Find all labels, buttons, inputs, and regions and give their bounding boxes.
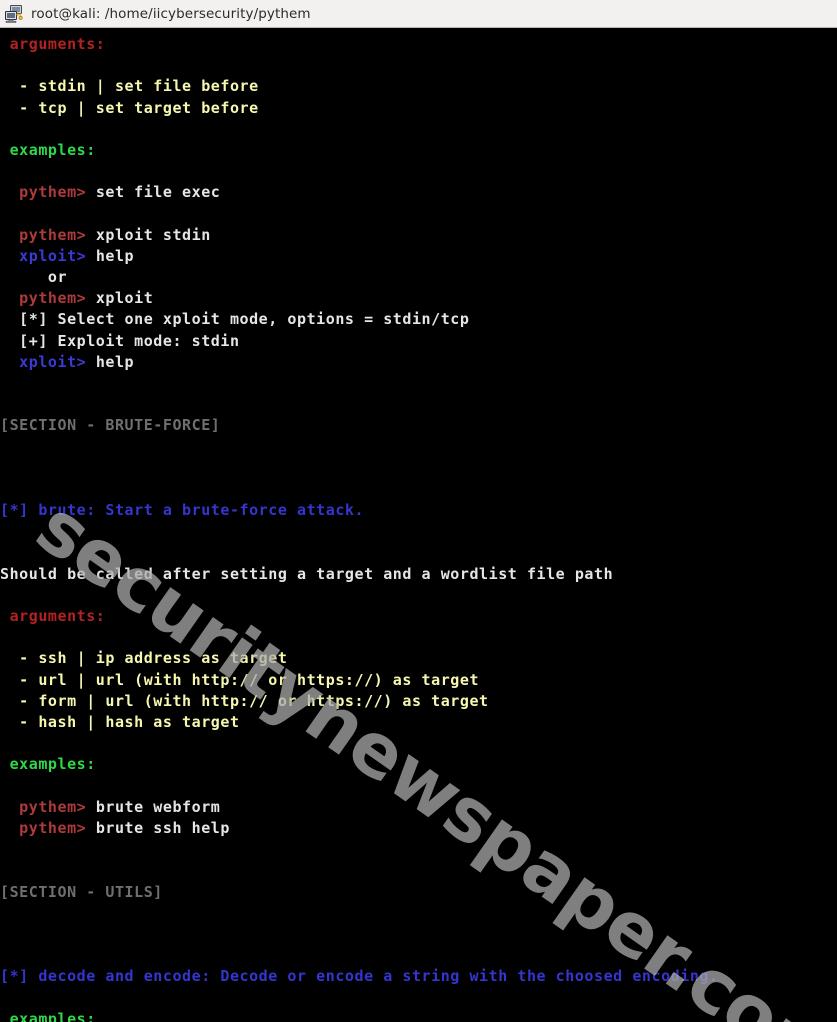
line-arg-form: - form | url (with http:// or https://) …: [0, 691, 837, 712]
line-or-seg-0: or: [0, 268, 68, 287]
line-blank-9: [0, 479, 837, 500]
line-arguments-1: arguments:: [0, 34, 837, 55]
line-ex-setfile-seg-1: set file exec: [86, 183, 221, 202]
network-computers-icon: [5, 4, 23, 23]
line-ex-xploit-stdin: pythem> xploit stdin: [0, 225, 837, 246]
line-blank-15: [0, 776, 837, 797]
line-section-brute: [SECTION - BRUTE-FORCE]: [0, 415, 837, 436]
line-blank-11: [0, 543, 837, 564]
line-arg-url-seg-0: - url | url (with http:// or https://) a…: [0, 670, 480, 689]
line-blank-12: [0, 585, 837, 606]
line-blank-2: [0, 119, 837, 140]
line-arg-ssh-seg-0: - ssh | ip address as target: [0, 649, 288, 668]
line-arg-form-seg-0: - form | url (with http:// or https://) …: [0, 691, 489, 710]
line-blank-14: [0, 733, 837, 754]
line-ex-setfile-seg-0: pythem>: [0, 183, 87, 202]
line-ex-xploit-help: xploit> help: [0, 246, 837, 267]
line-ex-brutesshhelp-seg-0: pythem>: [0, 818, 87, 837]
line-xploit-help2-seg-1: help: [86, 352, 135, 371]
line-blank-19: [0, 924, 837, 945]
line-section-utils: [SECTION - UTILS]: [0, 882, 837, 903]
line-examples-1-seg-0: examples:: [0, 140, 96, 159]
line-blank-1: [0, 55, 837, 76]
terminal-output-area[interactable]: arguments: - stdin | set file before - t…: [0, 28, 837, 1022]
line-arg-ssh: - ssh | ip address as target: [0, 648, 837, 669]
line-blank-10: [0, 521, 837, 542]
line-arg-stdin-seg-0: - stdin | set file before: [0, 77, 259, 96]
line-arg-tcp: - tcp | set target before: [0, 98, 837, 119]
line-ex-xploit: pythem> xploit: [0, 288, 837, 309]
line-should-be-seg-0: Should be called after setting a target …: [0, 564, 614, 583]
line-blank-18: [0, 903, 837, 924]
line-exploit-mode: [+] Exploit mode: stdin: [0, 331, 837, 352]
line-decode-desc-seg-0: [*] decode and encode: Decode or encode …: [0, 967, 719, 986]
line-blank-7: [0, 437, 837, 458]
line-arguments-1-seg-0: arguments:: [0, 35, 106, 53]
line-blank-6: [0, 394, 837, 415]
line-arg-hash: - hash | hash as target: [0, 712, 837, 733]
line-ex-brutesshhelp: pythem> brute ssh help: [0, 818, 837, 839]
line-blank-13: [0, 627, 837, 648]
line-blank-5: [0, 373, 837, 394]
line-section-brute-seg-0: [SECTION - BRUTE-FORCE]: [0, 416, 221, 435]
line-ex-brutewebform: pythem> brute webform: [0, 797, 837, 818]
line-arguments-2: arguments:: [0, 606, 837, 627]
line-examples-2: examples:: [0, 754, 837, 775]
line-examples-2-seg-0: examples:: [0, 755, 96, 774]
terminal-text-lines: arguments: - stdin | set file before - t…: [0, 28, 837, 1022]
line-ex-xploit-stdin-seg-1: xploit stdin: [86, 225, 211, 244]
line-brute-desc-seg-0: [*] brute: Start a brute-force attack.: [0, 501, 365, 520]
line-blank-4: [0, 204, 837, 225]
line-xploit-help2: xploit> help: [0, 352, 837, 373]
line-or: or: [0, 267, 837, 288]
line-ex-brutewebform-seg-0: pythem>: [0, 797, 87, 816]
window-title: root@kali: /home/iicybersecurity/pythem: [31, 5, 311, 22]
line-blank-16: [0, 839, 837, 860]
line-exploit-mode-seg-0: [+] Exploit mode: stdin: [0, 331, 240, 350]
line-blank-3: [0, 161, 837, 182]
line-arg-tcp-seg-0: - tcp | set target before: [0, 98, 259, 117]
line-xploit-help2-seg-0: xploit>: [0, 352, 87, 371]
line-ex-xploit-seg-0: pythem>: [0, 289, 87, 308]
line-ex-xploit-help-seg-1: help: [86, 246, 135, 265]
line-ex-setfile: pythem> set file exec: [0, 182, 837, 203]
line-arguments-2-seg-0: arguments:: [0, 607, 106, 626]
line-section-utils-seg-0: [SECTION - UTILS]: [0, 882, 163, 901]
line-ex-brutesshhelp-seg-1: brute ssh help: [86, 818, 230, 837]
line-arg-url: - url | url (with http:// or https://) a…: [0, 670, 837, 691]
line-ex-xploit-help-seg-0: xploit>: [0, 246, 87, 265]
line-decode-desc: [*] decode and encode: Decode or encode …: [0, 966, 837, 987]
line-ex-brutewebform-seg-1: brute webform: [86, 797, 221, 816]
line-examples-3: examples:: [0, 1009, 837, 1022]
line-examples-1: examples:: [0, 140, 837, 161]
line-blank-17: [0, 860, 837, 881]
line-ex-xploit-stdin-seg-0: pythem>: [0, 225, 87, 244]
line-brute-desc: [*] brute: Start a brute-force attack.: [0, 500, 837, 521]
line-blank-8: [0, 458, 837, 479]
line-should-be: Should be called after setting a target …: [0, 564, 837, 585]
line-select-mode-seg-0: [*] Select one xploit mode, options = st…: [0, 310, 470, 329]
line-blank-21: [0, 987, 837, 1008]
line-select-mode: [*] Select one xploit mode, options = st…: [0, 309, 837, 330]
line-examples-3-seg-0: examples:: [0, 1009, 96, 1022]
window-titlebar[interactable]: root@kali: /home/iicybersecurity/pythem: [0, 0, 837, 28]
line-arg-hash-seg-0: - hash | hash as target: [0, 713, 240, 731]
line-arg-stdin: - stdin | set file before: [0, 76, 837, 97]
line-ex-xploit-seg-1: xploit: [86, 289, 154, 308]
line-blank-20: [0, 945, 837, 966]
